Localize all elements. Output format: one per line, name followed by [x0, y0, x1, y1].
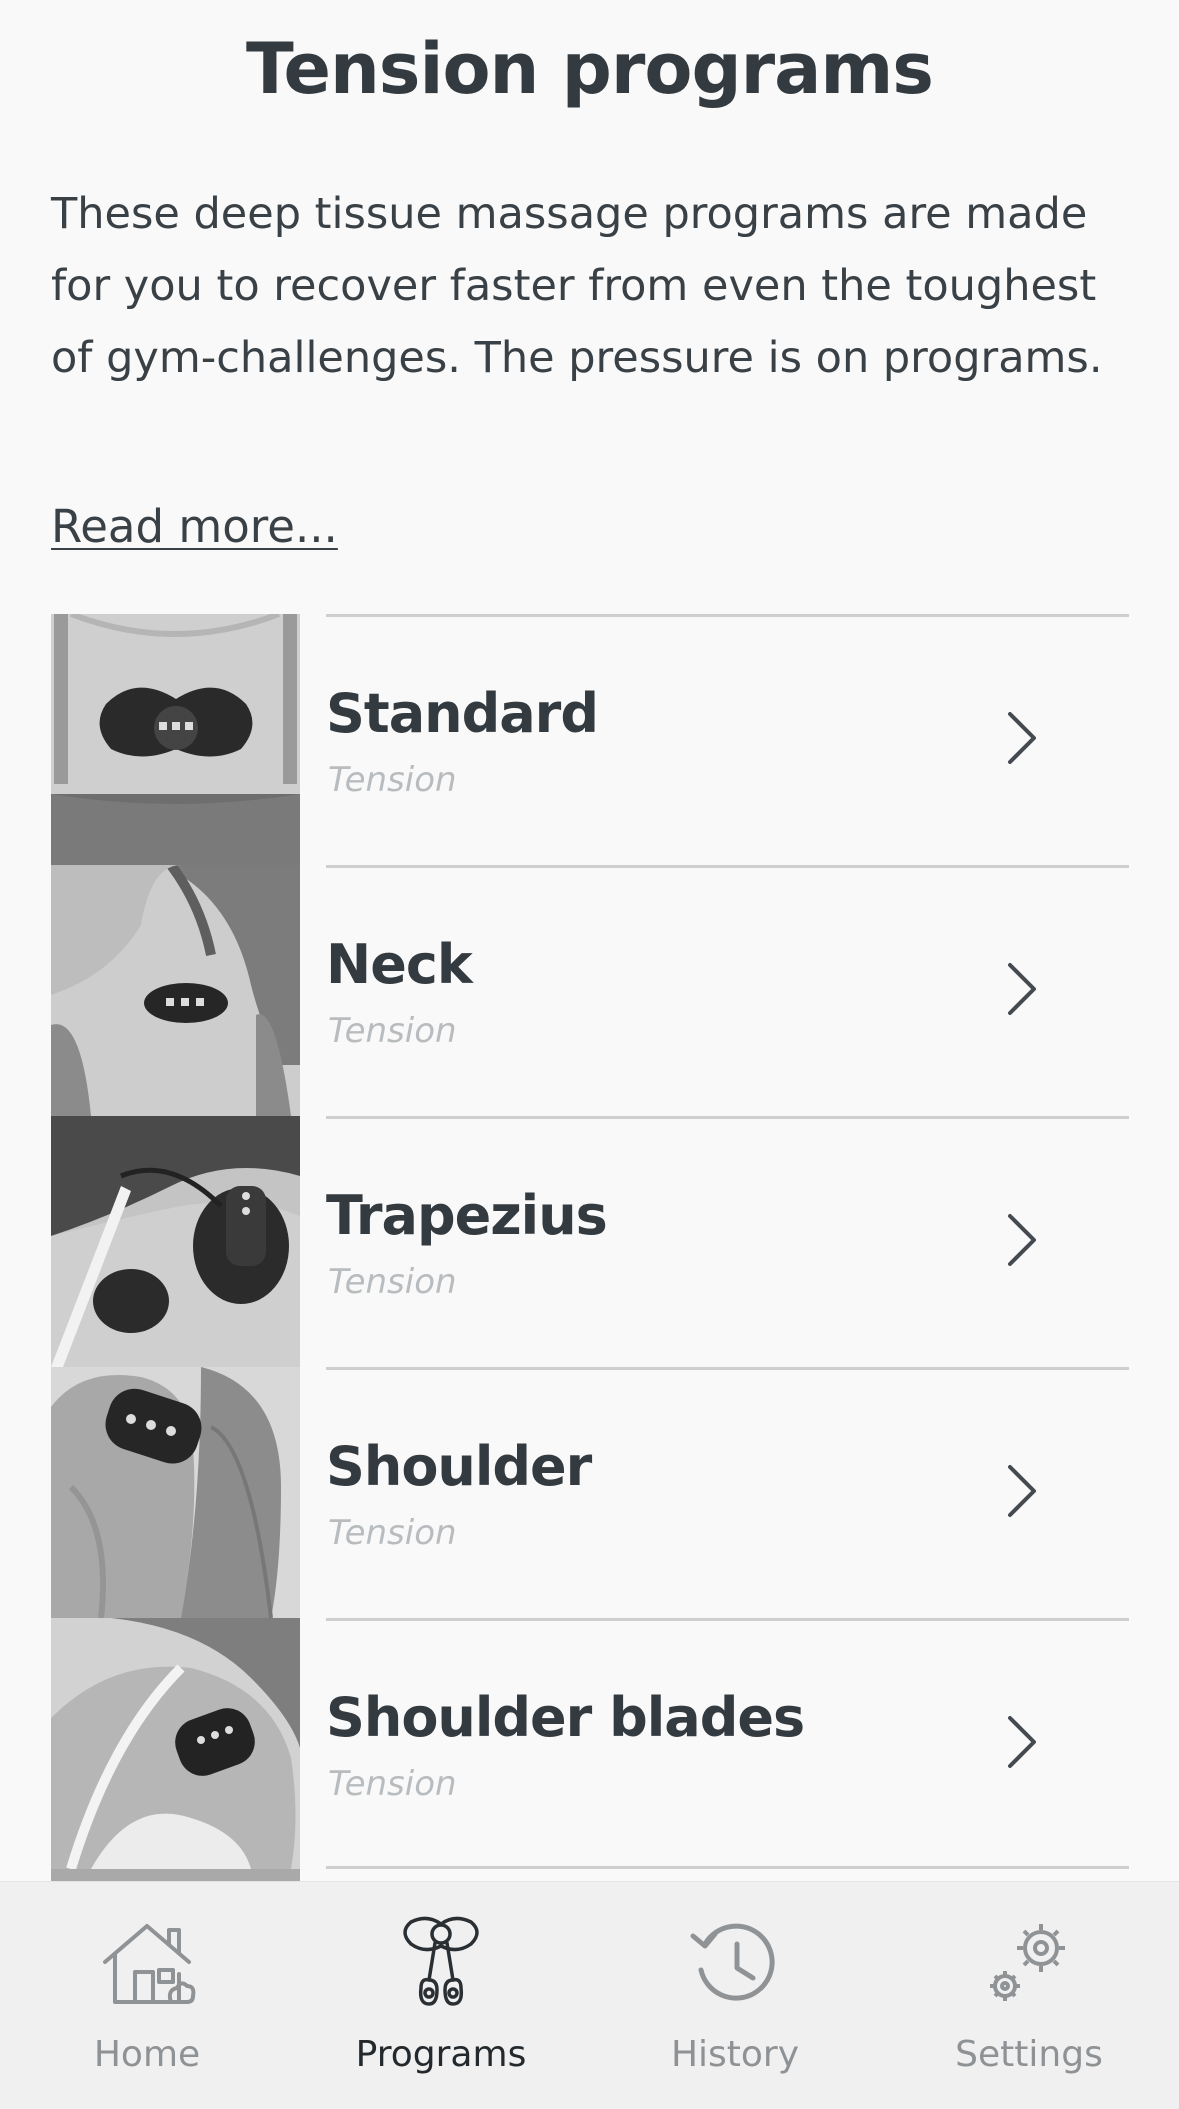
program-row-neck[interactable]: Neck Tension [0, 865, 1179, 1116]
program-subtitle: Tension [328, 760, 457, 800]
program-row-shoulder[interactable]: Shoulder Tension [0, 1367, 1179, 1618]
program-title: Shoulder [326, 1435, 592, 1498]
tab-label: History [670, 2034, 800, 2075]
program-title: Standard [326, 682, 599, 745]
row-divider [326, 1866, 1129, 1869]
program-subtitle: Tension [328, 1764, 457, 1804]
row-divider [326, 614, 1129, 617]
row-divider [326, 1367, 1129, 1370]
tab-label: Settings [955, 2034, 1103, 2075]
next-program-thumbnail-peek [51, 1869, 300, 1881]
intro-text: These deep tissue massage programs are m… [51, 189, 1103, 383]
tab-label: Home [93, 2034, 201, 2075]
program-title: Neck [326, 933, 473, 996]
program-thumbnail-standard [51, 614, 300, 865]
chevron-right-icon [1008, 1214, 1036, 1266]
program-thumbnail-shoulder [51, 1367, 300, 1618]
page-title: Tension programs [246, 28, 934, 110]
bottom-tab-bar: Home Programs History Settings [0, 1881, 1179, 2109]
program-subtitle: Tension [328, 1262, 457, 1302]
history-clock-icon [690, 1923, 775, 2001]
program-thumbnail-trapezius [51, 1116, 300, 1367]
program-list: Standard Tension Neck Tension Trapezius … [0, 614, 1179, 1869]
program-row-shoulder-blades[interactable]: Shoulder blades Tension [0, 1618, 1179, 1869]
tab-home[interactable]: Home [0, 1882, 294, 2109]
program-subtitle: Tension [328, 1011, 457, 1051]
row-divider [326, 1618, 1129, 1621]
chevron-right-icon [1008, 1716, 1036, 1768]
tab-settings[interactable]: Settings [882, 1882, 1176, 2109]
read-more-link[interactable]: Read more... [51, 500, 338, 553]
chevron-right-icon [1008, 712, 1036, 764]
program-row-trapezius[interactable]: Trapezius Tension [0, 1116, 1179, 1367]
program-title: Shoulder blades [326, 1686, 805, 1749]
program-subtitle: Tension [328, 1513, 457, 1553]
program-thumbnail-neck [51, 865, 300, 1116]
chevron-right-icon [1008, 963, 1036, 1015]
house-icon [103, 1924, 196, 2004]
program-thumbnail-shoulder-blades [51, 1618, 300, 1869]
program-title: Trapezius [326, 1184, 608, 1247]
row-divider [326, 1116, 1129, 1119]
tab-programs[interactable]: Programs [294, 1882, 588, 2109]
program-row-standard[interactable]: Standard Tension [0, 614, 1179, 865]
row-divider [326, 865, 1129, 868]
chevron-right-icon [1008, 1465, 1036, 1517]
device-pads-icon [403, 1916, 479, 2006]
tab-label: Programs [355, 2034, 527, 2075]
gear-icon [990, 1924, 1065, 2001]
tab-history[interactable]: History [588, 1882, 882, 2109]
